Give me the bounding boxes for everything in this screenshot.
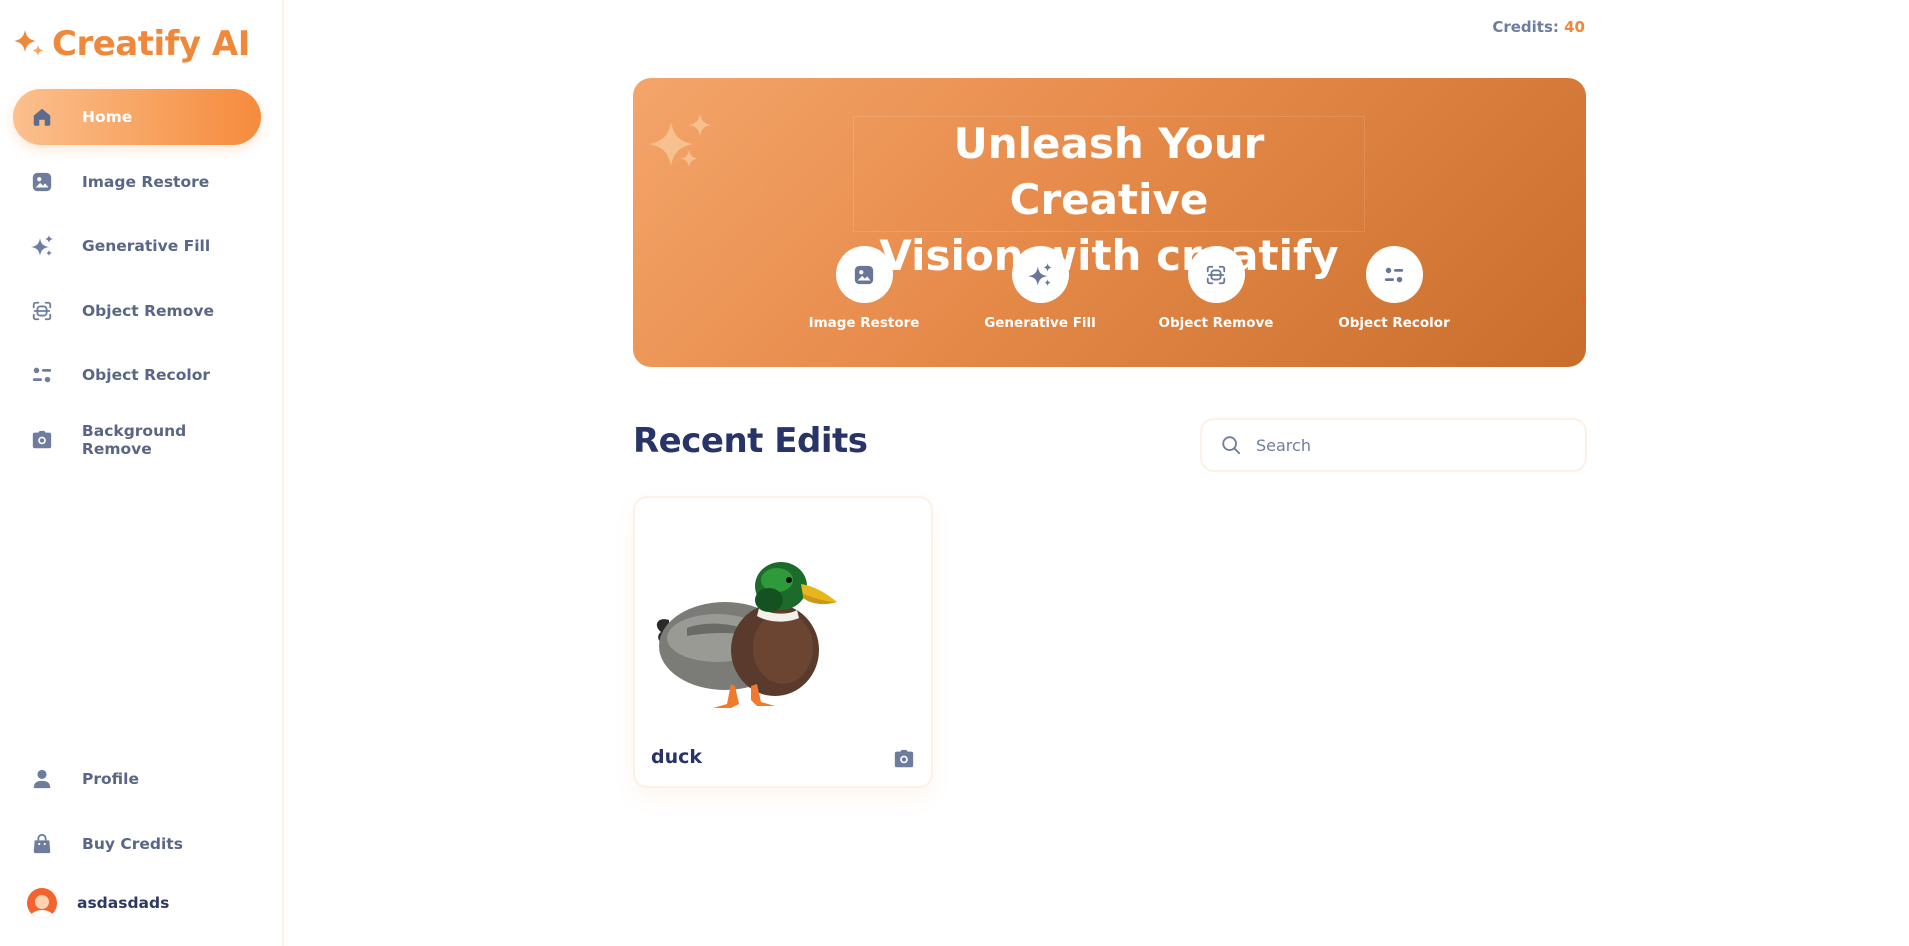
sidebar-item-label: Object Recolor — [82, 366, 210, 384]
recent-edits-title: Recent Edits — [633, 421, 868, 461]
filter-icon — [29, 362, 55, 388]
sidebar-item-object-remove[interactable]: Object Remove — [13, 283, 261, 339]
credits-label: Credits: — [1492, 18, 1559, 36]
sidebar-item-label: Background Remove — [81, 422, 187, 458]
filter-icon — [1365, 246, 1423, 303]
hero-tool-label: Object Remove — [1158, 315, 1274, 331]
camera-icon — [893, 748, 915, 770]
sparkles-icon — [29, 233, 55, 259]
credits-display: Credits: 40 — [1492, 18, 1585, 36]
sidebar-item-label: Generative Fill — [82, 237, 211, 255]
hero-tool-generative-fill[interactable]: Generative Fill — [970, 246, 1110, 331]
sparkles-icon — [1011, 246, 1069, 303]
hero-tool-object-recolor[interactable]: Object Recolor — [1324, 246, 1464, 331]
avatar[interactable] — [27, 888, 57, 918]
sidebar: Creatify AI Home Image Restore Generativ… — [0, 0, 284, 946]
sidebar-item-label: Image Restore — [82, 173, 210, 191]
hero-title-line1: Unleash Your Creative — [953, 119, 1265, 224]
sidebar-item-object-recolor[interactable]: Object Recolor — [13, 347, 261, 403]
hero-tool-label: Image Restore — [808, 315, 920, 331]
sidebar-item-image-restore[interactable]: Image Restore — [13, 154, 261, 210]
sidebar-item-label: Buy Credits — [82, 835, 183, 853]
hero-banner: Unleash Your Creative Vision with creati… — [633, 78, 1586, 367]
card-title: duck — [651, 746, 703, 768]
sparkle-icon — [12, 26, 48, 62]
hero-tool-label: Object Recolor — [1338, 315, 1450, 331]
scan-icon — [1187, 246, 1245, 303]
search-box[interactable] — [1200, 418, 1587, 472]
hero-tool-image-restore[interactable]: Image Restore — [794, 246, 934, 331]
credits-value: 40 — [1564, 18, 1585, 36]
bag-icon — [29, 831, 55, 857]
user-icon — [29, 766, 55, 792]
home-icon — [29, 104, 55, 130]
recent-edit-card[interactable]: duck — [633, 496, 933, 788]
sidebar-item-buy-credits[interactable]: Buy Credits — [13, 816, 261, 872]
user-name: asdasdads — [77, 894, 170, 912]
search-icon — [1220, 434, 1242, 456]
sidebar-item-home[interactable]: Home — [13, 89, 261, 145]
image-icon — [29, 169, 55, 195]
sidebar-item-label: Profile — [82, 770, 139, 788]
duck-image — [647, 528, 847, 713]
image-icon — [835, 246, 893, 303]
sparkle-icon — [643, 100, 723, 185]
camera-icon — [29, 427, 55, 453]
scan-icon — [29, 298, 55, 324]
user-profile[interactable]: asdasdads — [27, 888, 169, 918]
sidebar-item-label: Home — [82, 108, 133, 126]
hero-tool-object-remove[interactable]: Object Remove — [1146, 246, 1286, 331]
sidebar-item-generative-fill[interactable]: Generative Fill — [13, 218, 261, 274]
hero-tool-label: Generative Fill — [984, 315, 1096, 331]
search-input[interactable] — [1256, 435, 1576, 455]
app-name: Creatify AI — [52, 24, 250, 64]
sidebar-item-label: Object Remove — [82, 302, 214, 320]
app-logo[interactable]: Creatify AI — [12, 22, 250, 66]
scroll-indicator — [1582, 296, 1586, 304]
sidebar-item-background-remove[interactable]: Background Remove — [13, 412, 261, 468]
sidebar-item-profile[interactable]: Profile — [13, 751, 261, 807]
